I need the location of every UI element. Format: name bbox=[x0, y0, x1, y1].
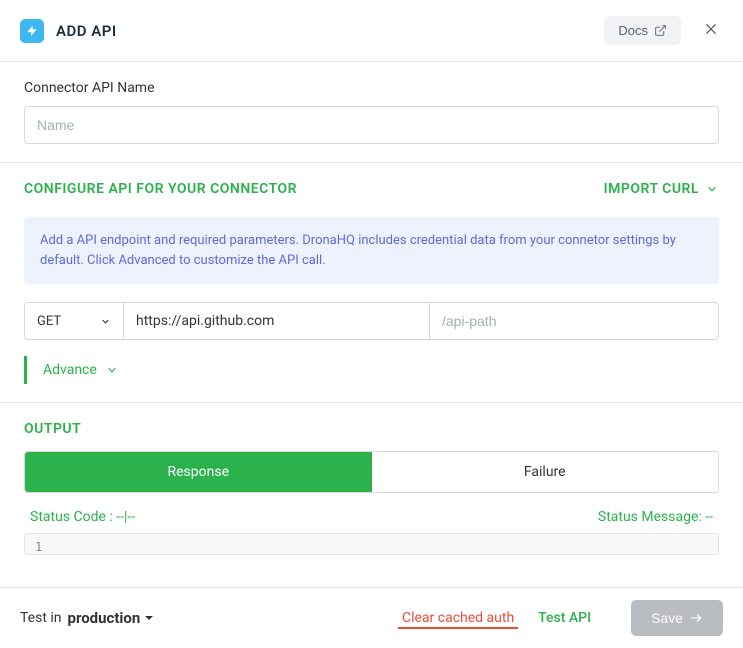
info-banner: Add a API endpoint and required paramete… bbox=[24, 217, 719, 284]
environment-select[interactable]: production bbox=[68, 609, 155, 627]
docs-button[interactable]: Docs bbox=[604, 16, 681, 45]
output-section: OUTPUT Response Failure Status Code : --… bbox=[0, 403, 743, 615]
clear-cache-label: Clear cached auth bbox=[402, 610, 514, 626]
advance-label: Advance bbox=[43, 362, 97, 378]
connector-section: Connector API Name bbox=[0, 62, 743, 163]
status-message-label: Status Message: bbox=[598, 509, 705, 525]
tab-failure[interactable]: Failure bbox=[372, 452, 719, 492]
output-title: OUTPUT bbox=[24, 421, 719, 437]
modal-header: ADD API Docs bbox=[0, 0, 743, 62]
http-method-value: GET bbox=[37, 314, 61, 329]
footer: Test in production Clear cached auth Tes… bbox=[0, 587, 743, 648]
http-method-select[interactable]: GET bbox=[24, 302, 124, 340]
advance-row: Advance bbox=[24, 356, 719, 384]
app-icon bbox=[20, 19, 44, 43]
close-icon bbox=[703, 21, 719, 37]
api-path-input[interactable] bbox=[429, 302, 719, 340]
test-in-label: Test in bbox=[20, 610, 62, 626]
docs-label: Docs bbox=[618, 23, 648, 38]
api-row: GET https://api.github.com bbox=[24, 302, 719, 340]
save-label: Save bbox=[651, 610, 683, 626]
test-api-button[interactable]: Test API bbox=[538, 610, 591, 626]
close-button[interactable] bbox=[699, 17, 723, 45]
configure-header: CONFIGURE API FOR YOUR CONNECTOR IMPORT … bbox=[24, 181, 719, 197]
status-code-value: --|-- bbox=[116, 509, 135, 525]
modal-title: ADD API bbox=[56, 22, 604, 40]
caret-down-icon bbox=[144, 613, 154, 623]
clear-cached-auth-button[interactable]: Clear cached auth bbox=[402, 610, 514, 626]
connector-name-input[interactable] bbox=[24, 106, 719, 144]
status-code-label: Status Code : bbox=[30, 509, 116, 525]
base-url-display: https://api.github.com bbox=[124, 302, 429, 340]
import-curl-label: IMPORT CURL bbox=[604, 181, 699, 197]
external-link-icon bbox=[654, 24, 667, 37]
test-in: Test in production bbox=[20, 609, 154, 627]
environment-value: production bbox=[68, 609, 141, 627]
save-button[interactable]: Save bbox=[631, 600, 723, 636]
chevron-down-icon bbox=[100, 316, 111, 327]
status-code: Status Code : --|-- bbox=[30, 509, 135, 525]
tab-response[interactable]: Response bbox=[25, 452, 372, 492]
status-row: Status Code : --|-- Status Message: -- bbox=[24, 509, 719, 525]
chevron-down-icon bbox=[705, 182, 719, 196]
arrow-right-icon bbox=[689, 611, 703, 625]
advance-button[interactable]: Advance bbox=[43, 362, 719, 378]
import-curl-button[interactable]: IMPORT CURL bbox=[604, 181, 719, 197]
response-body: 1 bbox=[24, 533, 719, 555]
clear-cache-underline bbox=[398, 627, 518, 629]
output-tabs: Response Failure bbox=[24, 451, 719, 493]
status-message-value: -- bbox=[705, 509, 713, 525]
status-message: Status Message: -- bbox=[598, 509, 713, 525]
configure-title: CONFIGURE API FOR YOUR CONNECTOR bbox=[24, 181, 297, 197]
connector-name-label: Connector API Name bbox=[24, 80, 719, 96]
configure-section: CONFIGURE API FOR YOUR CONNECTOR IMPORT … bbox=[0, 163, 743, 403]
chevron-down-icon bbox=[105, 363, 119, 377]
